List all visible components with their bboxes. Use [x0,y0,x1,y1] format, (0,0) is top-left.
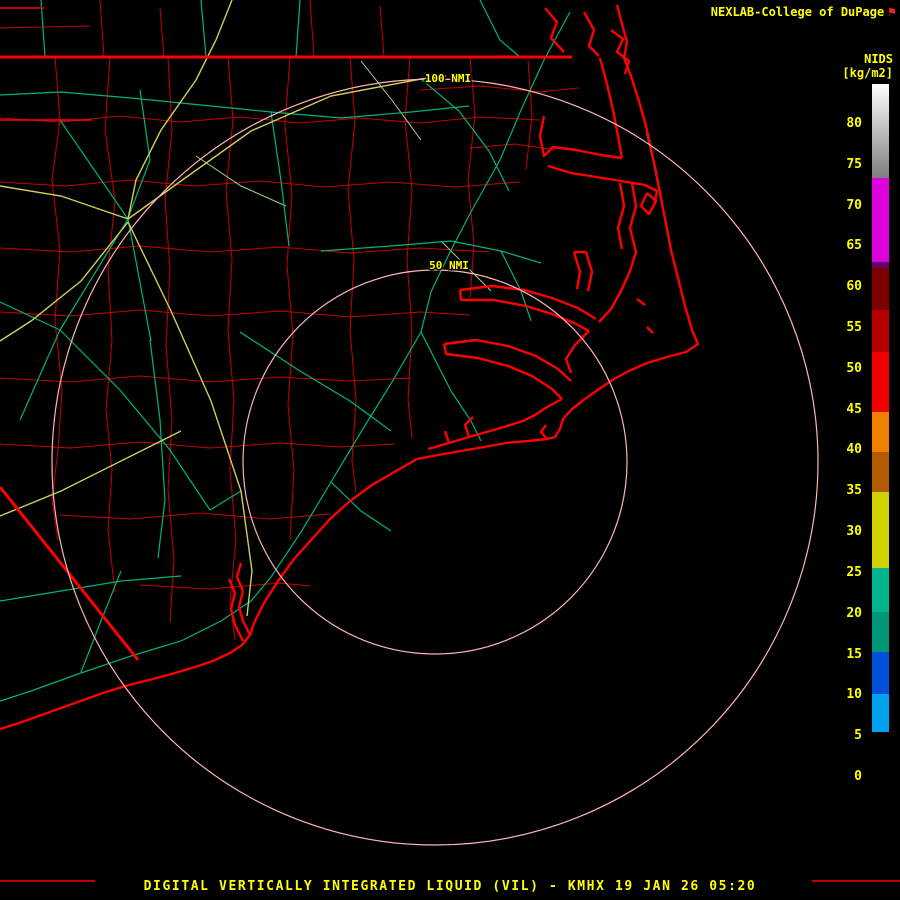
colorbar-tick-label: 20 [822,606,862,624]
colorbar-ticks: 80757065605550454035302520151050 [820,0,868,900]
colorbar-tick-label: 45 [822,402,862,420]
colorbar-tick-label: 55 [822,320,862,338]
colorbar-segment [872,452,889,492]
range-ring-label-100nmi: 100 NMI [425,72,471,85]
colorbar-segment [872,652,889,694]
colorbar-tick-label: 5 [822,728,862,746]
radar-map: 100 NMI 50 NMI [0,0,900,900]
colorbar-tick-label: 80 [822,116,862,134]
radar-display: 100 NMI 50 NMI NEXLAB-College of DuPage … [0,0,900,900]
product-title: DIGITAL VERTICALLY INTEGRATED LIQUID (VI… [0,879,900,894]
colorbar-tick-label: 25 [822,565,862,583]
range-ring-50nmi [243,270,627,654]
attribution: NEXLAB-College of DuPage ⚑ [711,5,896,19]
colorbar-segment [872,568,889,612]
colorbar-bar [872,84,889,800]
colorbar-segment [872,84,889,178]
colorbar-segment [872,310,889,352]
colorbar-title: NIDS [864,52,893,66]
range-ring-label-50nmi: 50 NMI [429,259,469,272]
flag-icon: ⚑ [888,6,896,19]
colorbar-tick-label: 0 [822,769,862,787]
colorbar-tick-label: 10 [822,687,862,705]
colorbar-segment [872,492,889,568]
colorbar-tick-label: 65 [822,238,862,256]
colorbar-segment [872,178,889,262]
colorbar-tick-label: 35 [822,483,862,501]
colorbar-segment [872,412,889,452]
colorbar-tick-label: 50 [822,361,862,379]
colorbar-segment [872,732,889,800]
colorbar-segment [872,694,889,732]
range-ring-100nmi [52,79,818,845]
county-boundaries [0,0,578,640]
colorbar-tick-label: 60 [822,279,862,297]
colorbar-tick-label: 70 [822,198,862,216]
colorbar-tick-label: 30 [822,524,862,542]
colorbar-tick-label: 75 [822,157,862,175]
colorbar-tick-label: 15 [822,647,862,665]
colorbar-segment [872,352,889,412]
colorbar-segment [872,268,889,310]
frame-marks [0,8,900,881]
colorbar-segment [872,612,889,652]
colorbar-tick-label: 40 [822,442,862,460]
range-rings [52,79,818,845]
secondary-roads [196,61,491,291]
